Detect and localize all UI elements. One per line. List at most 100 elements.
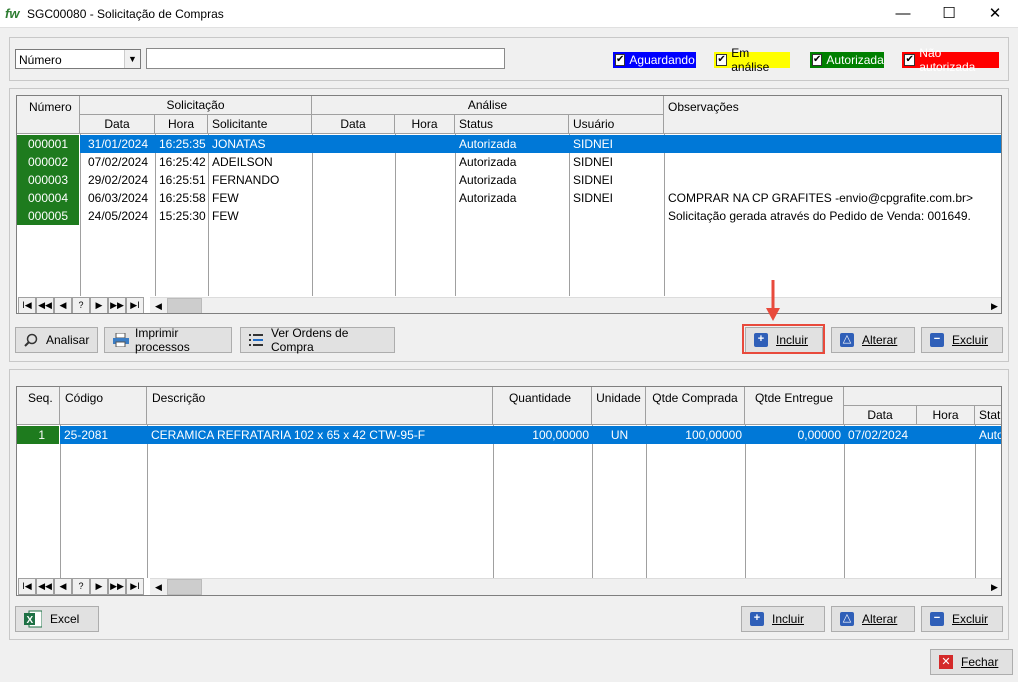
imprimir-processos-button[interactable]: Imprimir processos	[104, 326, 232, 354]
ver-ordens-compra-button[interactable]: Ver Ordens de Compra	[240, 326, 395, 354]
list-icon	[249, 333, 263, 347]
scroll-right-icon[interactable]: ▶	[986, 579, 1001, 595]
legend-nao-autorizada-checkbox[interactable]: ✔ Não autorizada	[902, 46, 999, 74]
column-divider	[395, 134, 396, 296]
col-header-analise-hora[interactable]: Hora	[395, 115, 455, 134]
legend-em-analise-checkbox[interactable]: ✔ Em análise	[714, 46, 790, 74]
col-header-hora[interactable]: Hora	[155, 115, 208, 134]
prev-record-button[interactable]: ◀	[54, 578, 72, 595]
requests-grid: Número Solicitação Data Hora Solicitante…	[16, 95, 1002, 314]
check-icon: ✔	[716, 54, 728, 66]
scrollbar-thumb[interactable]	[167, 579, 202, 595]
red-arrow-icon	[766, 280, 780, 321]
row-status: Auto	[979, 428, 1002, 442]
edit-icon: △	[840, 612, 854, 626]
row-usuario: SIDNEI	[573, 173, 614, 187]
help-button[interactable]: ?	[72, 578, 90, 595]
alterar-button[interactable]: △ Alterar	[831, 327, 915, 353]
incluir-item-button[interactable]: + Incluir	[741, 606, 825, 632]
col-header-numero[interactable]: Número	[17, 96, 80, 134]
column-divider	[844, 425, 845, 578]
row-usuario: SIDNEI	[573, 155, 614, 169]
legend-nao-autorizada-label: Não autorizada	[919, 46, 976, 74]
col-header-seq[interactable]: Seq.	[17, 387, 60, 425]
col-header-qtde-entregue[interactable]: Qtde Entregue	[745, 387, 844, 425]
col-header-analise-data[interactable]: Data	[312, 115, 395, 134]
row-hora: 15:25:30	[159, 209, 206, 223]
close-icon: ✕	[939, 655, 953, 669]
app-logo: fw	[5, 6, 20, 21]
column-divider	[975, 425, 976, 578]
col-header-solicitante[interactable]: Solicitante	[208, 115, 312, 134]
column-divider	[745, 425, 746, 578]
row-usuario: SIDNEI	[573, 137, 614, 151]
next-page-button[interactable]: ▶▶	[108, 297, 126, 313]
row-hora: 16:25:35	[159, 137, 206, 151]
last-record-button[interactable]: ▶I	[126, 578, 144, 595]
legend-autorizada-label: Autorizada	[826, 53, 884, 67]
horizontal-scrollbar[interactable]: ◀ ▶	[150, 297, 1001, 313]
col-header-status[interactable]: Stat	[975, 406, 1001, 425]
minimize-button[interactable]: —	[880, 0, 926, 28]
last-record-button[interactable]: ▶I	[126, 297, 144, 313]
col-header-qtde-comprada[interactable]: Qtde Comprada	[646, 387, 745, 425]
column-divider	[493, 425, 494, 578]
analisar-button[interactable]: Analisar	[15, 327, 98, 353]
search-field-select[interactable]: Número ▼	[15, 49, 141, 69]
help-button[interactable]: ?	[72, 297, 90, 313]
col-header-codigo[interactable]: Código	[60, 387, 147, 425]
horizontal-scrollbar[interactable]: ◀ ▶	[150, 578, 1001, 595]
fechar-button[interactable]: ✕ Fechar	[930, 649, 1013, 675]
column-divider	[312, 134, 313, 296]
prev-page-button[interactable]: ◀◀	[36, 297, 54, 313]
check-icon: ✔	[812, 54, 823, 66]
next-record-button[interactable]: ▶	[90, 297, 108, 313]
row-codigo: 25-2081	[64, 428, 109, 442]
alterar-item-button[interactable]: △ Alterar	[831, 606, 915, 632]
row-numero: 000002	[17, 153, 79, 171]
col-header-hora[interactable]: Hora	[917, 406, 975, 425]
prev-record-button[interactable]: ◀	[54, 297, 72, 313]
search-input[interactable]	[146, 48, 505, 69]
scroll-left-icon[interactable]: ◀	[150, 298, 167, 313]
row-qtde-comprada: 100,00000	[685, 428, 742, 442]
row-quantidade: 100,00000	[532, 428, 589, 442]
row-data: 07/02/2024	[848, 428, 909, 442]
col-header-data[interactable]: Data	[80, 115, 155, 134]
next-page-button[interactable]: ▶▶	[108, 578, 126, 595]
imprimir-processos-label: Imprimir processos	[135, 326, 190, 354]
col-header-unidade[interactable]: Unidade	[592, 387, 646, 425]
close-window-button[interactable]: ✕	[972, 0, 1018, 28]
col-header-status[interactable]: Status	[455, 115, 569, 134]
excel-button[interactable]: X Excel	[15, 606, 99, 632]
col-header-observacoes[interactable]: Observações	[664, 96, 1001, 134]
row-hora: 16:25:58	[159, 191, 206, 205]
chevron-down-icon[interactable]: ▼	[124, 50, 140, 68]
column-divider	[60, 425, 61, 578]
row-data: 07/02/2024	[87, 155, 149, 169]
row-qtde-entregue: 0,00000	[797, 428, 841, 442]
excluir-item-button[interactable]: − Excluir	[921, 606, 1003, 632]
prev-page-button[interactable]: ◀◀	[36, 578, 54, 595]
record-navigator: I◀ ◀◀ ◀ ? ▶ ▶▶ ▶I	[18, 297, 144, 313]
row-numero: 000004	[17, 189, 79, 207]
maximize-button[interactable]: ☐	[926, 0, 972, 28]
legend-aguardando-checkbox[interactable]: ✔ Aguardando	[613, 52, 696, 68]
col-header-data[interactable]: Data	[844, 406, 917, 425]
excluir-button[interactable]: − Excluir	[921, 327, 1003, 353]
scrollbar-thumb[interactable]	[167, 298, 202, 313]
row-descricao: CERAMICA REFRATARIA 102 x 65 x 42 CTW-95…	[151, 428, 426, 442]
scroll-left-icon[interactable]: ◀	[150, 579, 167, 595]
row-solicitante: FERNANDO	[212, 173, 280, 187]
next-record-button[interactable]: ▶	[90, 578, 108, 595]
col-header-quantidade[interactable]: Quantidade	[493, 387, 592, 425]
row-seq: 1	[17, 426, 59, 444]
legend-autorizada-checkbox[interactable]: ✔ Autorizada	[810, 52, 884, 68]
scroll-right-icon[interactable]: ▶	[986, 298, 1001, 313]
row-status: Autorizada	[459, 191, 517, 205]
row-data: 31/01/2024	[87, 137, 149, 151]
first-record-button[interactable]: I◀	[18, 578, 36, 595]
first-record-button[interactable]: I◀	[18, 297, 36, 313]
col-header-descricao[interactable]: Descrição	[147, 387, 493, 425]
col-header-usuario[interactable]: Usuário	[569, 115, 664, 134]
